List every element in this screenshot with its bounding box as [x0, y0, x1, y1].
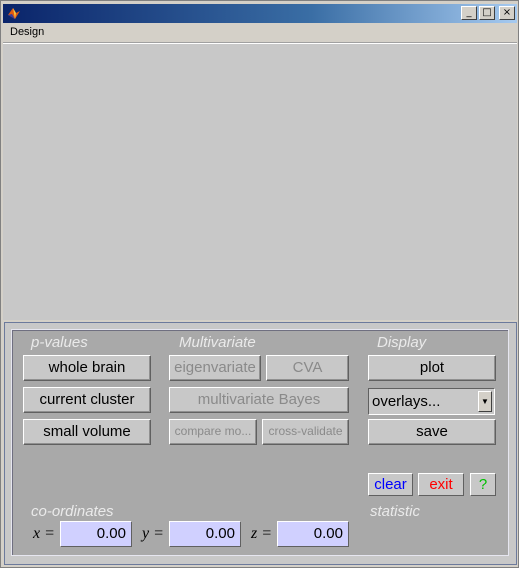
figure-canvas	[3, 44, 517, 320]
overlays-dropdown[interactable]: overlays... ▼	[368, 388, 495, 415]
statistic-label: statistic	[370, 503, 421, 520]
cva-button[interactable]: CVA	[266, 355, 349, 381]
z-coordinate-label: z =	[251, 525, 273, 542]
multivariate-label: Multivariate	[179, 334, 256, 351]
multivariate-bayes-button[interactable]: multivariate Bayes	[169, 387, 349, 413]
menu-bar: Design	[3, 24, 517, 42]
title-bar[interactable]: _ □ ×	[3, 4, 517, 23]
cross-validate-button[interactable]: cross-validate	[262, 419, 349, 445]
dropdown-arrow-icon[interactable]: ▼	[478, 391, 492, 412]
eigenvariate-button[interactable]: eigenvariate	[169, 355, 261, 381]
clear-button[interactable]: clear	[368, 473, 413, 496]
help-button[interactable]: ?	[470, 473, 496, 496]
close-button[interactable]: ×	[499, 6, 515, 20]
spm-results-window: _ □ × Design p-values Multivariate Displ…	[0, 0, 519, 568]
pvalues-label: p-values	[31, 334, 88, 351]
z-coordinate-input[interactable]: 0.00	[277, 521, 349, 547]
x-coordinate-label: x =	[33, 525, 55, 542]
display-label: Display	[377, 334, 427, 351]
maximize-button[interactable]: □	[479, 6, 495, 20]
exit-button[interactable]: exit	[418, 473, 464, 496]
y-coordinate-input[interactable]: 0.00	[169, 521, 241, 547]
save-button[interactable]: save	[368, 419, 496, 445]
current-cluster-button[interactable]: current cluster	[23, 387, 151, 413]
minimize-button[interactable]: _	[461, 6, 477, 20]
plot-button[interactable]: plot	[368, 355, 496, 381]
compare-models-button[interactable]: compare mo...	[169, 419, 257, 445]
menu-design[interactable]: Design	[10, 26, 44, 38]
y-coordinate-label: y =	[142, 525, 164, 542]
coordinates-label: co-ordinates	[31, 503, 114, 520]
matlab-logo-icon	[8, 8, 20, 19]
x-coordinate-input[interactable]: 0.00	[60, 521, 132, 547]
whole-brain-button[interactable]: whole brain	[23, 355, 151, 381]
small-volume-button[interactable]: small volume	[23, 419, 151, 445]
overlays-value: overlays...	[372, 393, 441, 410]
